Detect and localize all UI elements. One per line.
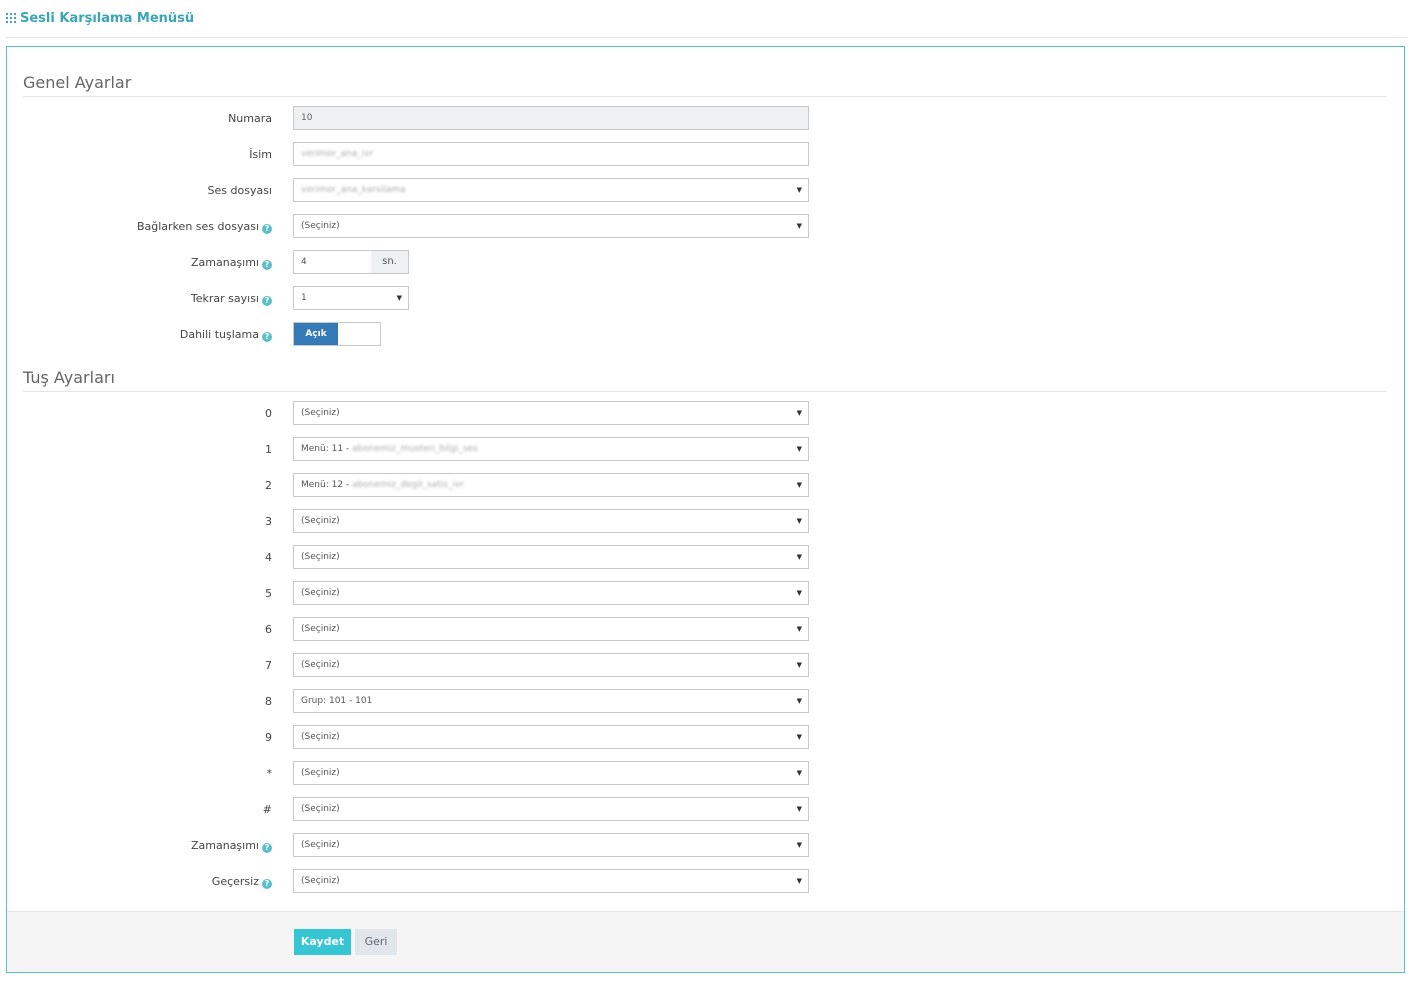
help-icon[interactable]: ? (262, 224, 272, 234)
key-row: 9 (Seçiniz) ▼ (7, 725, 1007, 749)
key-label: Zamanaşımı? (191, 839, 272, 853)
key-action-select[interactable]: (Seçiniz) ▼ (293, 797, 809, 821)
timeout-label: Zamanaşımı? (191, 256, 272, 270)
field-number: Numara 10 (7, 106, 1007, 130)
key-row: 8 Grup: 101 - 101 ▼ (7, 689, 1007, 713)
key-row: Geçersiz? (Seçiniz) ▼ (7, 869, 1007, 893)
caret-down-icon: ▼ (796, 769, 802, 777)
section-title-general: Genel Ayarlar (23, 73, 1387, 97)
key-action-select[interactable]: (Seçiniz) ▼ (293, 401, 809, 425)
key-action-select[interactable]: (Seçiniz) ▼ (293, 869, 809, 893)
key-action-select[interactable]: (Seçiniz) ▼ (293, 833, 809, 857)
key-row: Zamanaşımı? (Seçiniz) ▼ (7, 833, 1007, 857)
field-timeout: Zamanaşımı? 4 sn. (7, 250, 1007, 274)
key-row: 7 (Seçiniz) ▼ (7, 653, 1007, 677)
key-label: Geçersiz? (212, 875, 272, 889)
key-label: 1 (265, 443, 272, 456)
key-action-select[interactable]: (Seçiniz) ▼ (293, 653, 809, 677)
caret-down-icon: ▼ (796, 805, 802, 813)
repeat-select[interactable]: 1 ▼ (293, 286, 409, 310)
back-button[interactable]: Geri (355, 929, 397, 955)
key-row: 1 Menü: 11 - abonemiz_musteri_bilgi_ses ▼ (7, 437, 1007, 461)
toggle-on-label: Açık (294, 323, 338, 345)
field-internal-dial: Dahili tuşlama? Açık (7, 322, 1007, 346)
key-row: 4 (Seçiniz) ▼ (7, 545, 1007, 569)
save-button[interactable]: Kaydet (294, 929, 351, 955)
sound-file-label: Ses dosyası (207, 184, 272, 197)
key-label: 2 (265, 479, 272, 492)
key-row: 2 Menü: 12 - abonemiz_degil_satis_ivr ▼ (7, 473, 1007, 497)
help-icon[interactable]: ? (262, 879, 272, 889)
caret-down-icon: ▼ (796, 661, 802, 669)
field-repeat: Tekrar sayısı? 1 ▼ (7, 286, 1007, 310)
caret-down-icon: ▼ (796, 589, 802, 597)
key-row: * (Seçiniz) ▼ (7, 761, 1007, 785)
caret-down-icon: ▼ (796, 517, 802, 525)
key-label: 8 (265, 695, 272, 708)
key-row: 5 (Seçiniz) ▼ (7, 581, 1007, 605)
internal-dial-label: Dahili tuşlama? (180, 328, 272, 342)
caret-down-icon: ▼ (796, 733, 802, 741)
caret-down-icon: ▼ (796, 697, 802, 705)
page-header: Sesli Karşılama Menüsü (6, 10, 1407, 38)
caret-down-icon: ▼ (796, 186, 802, 194)
help-icon[interactable]: ? (262, 296, 272, 306)
section-title-keys: Tuş Ayarları (23, 368, 1387, 392)
key-label: 7 (265, 659, 272, 672)
form-panel: Genel Ayarlar Numara 10 İsim verimor_ana… (6, 46, 1405, 973)
caret-down-icon: ▼ (796, 445, 802, 453)
timeout-input[interactable]: 4 (293, 250, 372, 274)
key-action-select[interactable]: Menü: 11 - abonemiz_musteri_bilgi_ses ▼ (293, 437, 809, 461)
internal-dial-toggle[interactable]: Açık (293, 322, 381, 346)
key-label: 9 (265, 731, 272, 744)
key-label: 6 (265, 623, 272, 636)
key-label: 4 (265, 551, 272, 564)
grid-icon (6, 13, 16, 23)
key-row: 0 (Seçiniz) ▼ (7, 401, 1007, 425)
page-title: Sesli Karşılama Menüsü (20, 11, 195, 26)
key-label: 5 (265, 587, 272, 600)
key-label: # (262, 803, 272, 816)
name-label: İsim (249, 148, 272, 161)
key-action-select[interactable]: (Seçiniz) ▼ (293, 761, 809, 785)
key-action-select[interactable]: (Seçiniz) ▼ (293, 725, 809, 749)
caret-down-icon: ▼ (796, 877, 802, 885)
key-action-select[interactable]: Menü: 12 - abonemiz_degil_satis_ivr ▼ (293, 473, 809, 497)
field-name: İsim verimor_ana_ivr (7, 142, 1007, 166)
key-action-select[interactable]: (Seçiniz) ▼ (293, 617, 809, 641)
name-input[interactable]: verimor_ana_ivr (293, 142, 809, 166)
repeat-label: Tekrar sayısı? (191, 292, 272, 306)
caret-down-icon: ▼ (796, 409, 802, 417)
caret-down-icon: ▼ (796, 625, 802, 633)
number-input[interactable]: 10 (293, 106, 809, 130)
field-sound-file: Ses dosyası verimor_ana_karsilama ▼ (7, 178, 1007, 202)
caret-down-icon: ▼ (796, 841, 802, 849)
caret-down-icon: ▼ (796, 481, 802, 489)
field-connect-sound: Bağlarken ses dosyası? (Seçiniz) ▼ (7, 214, 1007, 238)
key-row: 6 (Seçiniz) ▼ (7, 617, 1007, 641)
help-icon[interactable]: ? (262, 260, 272, 270)
key-label: 0 (265, 407, 272, 420)
number-label: Numara (228, 112, 272, 125)
key-label: 3 (265, 515, 272, 528)
key-label: * (266, 767, 273, 780)
key-action-select[interactable]: (Seçiniz) ▼ (293, 509, 809, 533)
caret-down-icon: ▼ (796, 222, 802, 230)
key-row: 3 (Seçiniz) ▼ (7, 509, 1007, 533)
sound-file-select[interactable]: verimor_ana_karsilama ▼ (293, 178, 809, 202)
key-action-select[interactable]: Grup: 101 - 101 ▼ (293, 689, 809, 713)
help-icon[interactable]: ? (262, 332, 272, 342)
help-icon[interactable]: ? (262, 843, 272, 853)
connect-sound-select[interactable]: (Seçiniz) ▼ (293, 214, 809, 238)
key-action-select[interactable]: (Seçiniz) ▼ (293, 545, 809, 569)
form-footer: Kaydet Geri (7, 911, 1404, 972)
key-action-select[interactable]: (Seçiniz) ▼ (293, 581, 809, 605)
timeout-unit: sn. (371, 250, 409, 274)
connect-sound-label: Bağlarken ses dosyası? (137, 220, 272, 234)
caret-down-icon: ▼ (796, 553, 802, 561)
caret-down-icon: ▼ (396, 294, 402, 302)
key-row: # (Seçiniz) ▼ (7, 797, 1007, 821)
